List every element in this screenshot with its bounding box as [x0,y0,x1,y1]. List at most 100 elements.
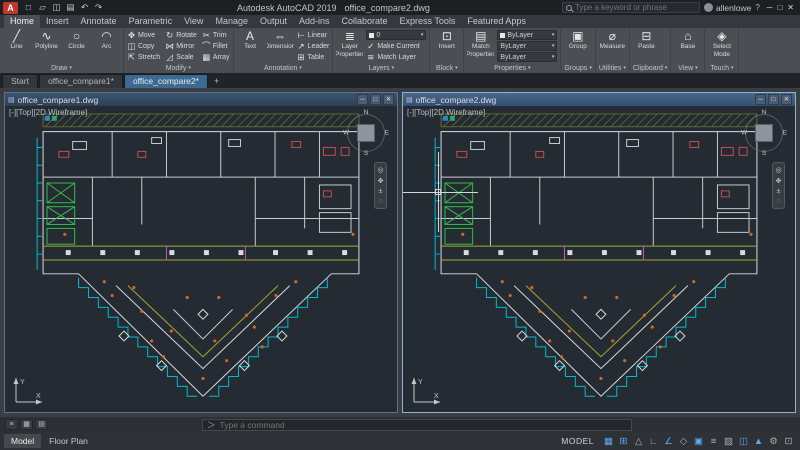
zoom-icon[interactable]: ± [777,188,781,195]
linear-button[interactable]: ⊢Linear [297,30,330,40]
viewcube-west-label[interactable]: W [343,130,349,137]
snap-icon[interactable]: ⊞ [616,436,631,447]
panel-label-draw[interactable]: Draw▾ [3,63,120,73]
panel-label-block[interactable]: Block▾ [433,63,460,73]
orbit-icon[interactable]: ◌ [378,198,382,205]
navigation-wheel-icon[interactable]: ◎ [377,166,383,174]
customization-icon[interactable]: ≡ [5,419,18,430]
zoom-icon[interactable]: ± [379,188,383,195]
line-button[interactable]: ╱Line [3,29,30,63]
arc-button[interactable]: ◠Arc [93,29,120,63]
bylayer-dropdown[interactable]: ByLayer▾ [497,30,557,40]
close-icon[interactable]: ✕ [787,3,794,12]
plot-icon[interactable]: ▤ [64,2,77,13]
mirror-button[interactable]: ⋈Mirror [165,41,197,51]
viewcube[interactable]: N S W E [741,110,787,156]
ribbon-tab-insert[interactable]: Insert [40,15,75,28]
tile-windows-icon[interactable]: ▦ [20,419,33,430]
drawing-window-titlebar[interactable]: ▤ office_compare2.dwg ─ □ ✕ [403,93,795,106]
viewcube-east-label[interactable]: E [783,130,787,137]
transparency-icon[interactable]: ▨ [721,436,736,447]
help-icon[interactable]: ? [755,3,759,12]
viewcube-top-face[interactable] [755,124,773,142]
viewport-controls-label[interactable]: [-][Top][2D Wireframe] [407,108,485,117]
file-tab-office-compare2[interactable]: office_compare2* [124,74,208,88]
search-input[interactable] [575,3,696,12]
open-icon[interactable]: ▱ [36,2,49,13]
maximize-icon[interactable]: □ [777,3,782,12]
viewport-controls-label[interactable]: [-][Top][2D Wireframe] [9,108,87,117]
window-restore-icon[interactable]: □ [768,94,779,105]
signin-user[interactable]: allenlowe [704,3,751,13]
scale-button[interactable]: ◿Scale [165,52,197,62]
isodraft-icon[interactable]: ◇ [676,436,691,447]
dimension-button[interactable]: ⇔Dimension [267,29,294,63]
ribbon-tab-manage[interactable]: Manage [209,15,254,28]
model-space-canvas[interactable]: [-][Top][2D Wireframe] N S W E ◎✥±◌ X Y [403,106,795,412]
navigation-bar[interactable]: ◎ ✥ ± ◌ [374,162,387,209]
workspace-gear-icon[interactable]: ⚙ [766,436,781,447]
panel-label-layers[interactable]: Layers▾ [336,63,426,73]
infer-constraints-icon[interactable]: △ [631,436,646,447]
redo-icon[interactable]: ↷ [92,2,105,13]
move-button[interactable]: ✥Move [127,30,160,40]
navigation-wheel-icon[interactable]: ◎ [775,166,781,174]
trim-button[interactable]: ✂Trim [202,30,230,40]
fillet-button[interactable]: ⌒Fillet [202,41,230,51]
viewcube-top-face[interactable] [357,124,375,142]
ribbon-tab-parametric[interactable]: Parametric [123,15,179,28]
panel-label-annotation[interactable]: Annotation▾ [237,63,330,73]
ribbon-tab-featured-apps[interactable]: Featured Apps [461,15,532,28]
drawing-window-titlebar[interactable]: ▤ office_compare1.dwg ─ □ ✕ [5,93,397,106]
model-space-badge[interactable]: MODEL [555,436,600,446]
pan-icon[interactable]: ✥ [776,177,782,185]
window-close-icon[interactable]: ✕ [781,94,792,105]
text-button[interactable]: AText [237,29,264,63]
cascade-windows-icon[interactable]: ▤ [35,419,48,430]
ribbon-tab-add-ins[interactable]: Add-ins [293,15,336,28]
lineweight-icon[interactable]: ≡ [706,436,721,447]
ortho-icon[interactable]: ∟ [646,436,661,447]
match-properties-button[interactable]: ▤Match Properties [467,29,494,63]
clean-screen-icon[interactable]: ⊡ [781,436,796,447]
polar-tracking-icon[interactable]: ∠ [661,436,676,447]
panel-label-groups[interactable]: Groups▾ [564,63,591,73]
autocad-logo-icon[interactable]: A [3,2,18,14]
command-line[interactable]: ＞ [202,419,632,431]
navigation-bar[interactable]: ◎ ✥ ± ◌ [772,162,785,209]
table-button[interactable]: ⊞Table [297,52,330,62]
array-button[interactable]: ▦Array [202,52,230,62]
ribbon-tab-home[interactable]: Home [4,15,40,28]
new-file-icon[interactable]: □ [22,2,35,13]
undo-icon[interactable]: ↶ [78,2,91,13]
viewcube-west-label[interactable]: W [741,130,747,137]
ribbon-tab-view[interactable]: View [178,15,209,28]
ribbon-tab-output[interactable]: Output [254,15,293,28]
drawing-window[interactable]: ▤ office_compare1.dwg ─ □ ✕ [-][Top][2D … [4,92,398,413]
viewcube-east-label[interactable]: E [385,130,389,137]
file-tab-office-compare1[interactable]: office_compare1* [39,74,123,88]
bylayer-dropdown[interactable]: ByLayer▾ [497,41,557,51]
pan-icon[interactable]: ✥ [378,177,384,185]
viewcube-south-label[interactable]: S [364,150,368,157]
paste-button[interactable]: ⊟Paste [633,29,660,63]
measure-button[interactable]: ⌀Measure [599,29,626,63]
new-tab-button[interactable]: + [209,76,224,88]
viewcube-south-label[interactable]: S [762,150,766,157]
base-button[interactable]: ⌂Base [674,29,701,63]
make-current-button[interactable]: ✓Make Current [366,41,426,51]
model-space-canvas[interactable]: [-][Top][2D Wireframe] N S W E ◎✥±◌ X Y [5,106,397,412]
viewcube-north-label[interactable]: N [762,109,767,116]
orbit-icon[interactable]: ◌ [776,198,780,205]
panel-label-modify[interactable]: Modify▾ [127,63,230,73]
bylayer-dropdown[interactable]: ByLayer▾ [497,52,557,62]
ribbon-tab-annotate[interactable]: Annotate [75,15,123,28]
panel-label-view[interactable]: View▾ [674,63,701,73]
osnap-icon[interactable]: ▣ [691,436,706,447]
copy-button[interactable]: ◫Copy [127,41,160,51]
rotate-button[interactable]: ↻Rotate [165,30,197,40]
leader-button[interactable]: ↗Leader [297,41,330,51]
selection-cycling-icon[interactable]: ◫ [736,436,751,447]
0-dropdown[interactable]: 0▾ [366,30,426,40]
circle-button[interactable]: ○Circle [63,29,90,63]
